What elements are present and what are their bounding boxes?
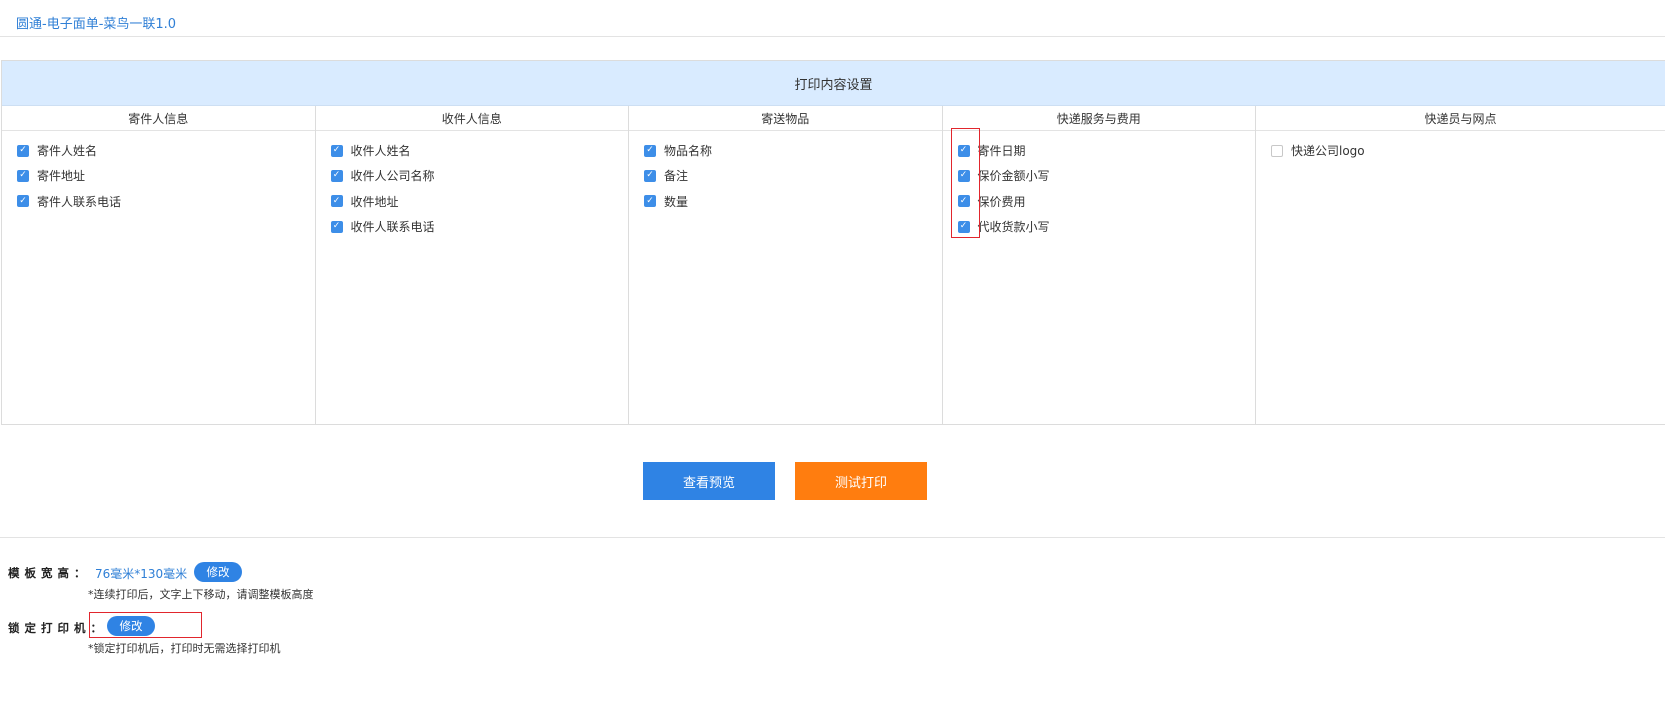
option-label: 收件人公司名称 (350, 169, 435, 184)
checkbox-checked[interactable] (17, 144, 29, 157)
option-recipient-phone[interactable]: 收件人联系电话 (316, 214, 629, 239)
column-courier-outlet: 快递员与网点 快递公司logo (1256, 106, 1665, 424)
option-sender-phone[interactable]: 寄件人联系电话 (2, 189, 315, 214)
column-title: 寄件人信息 (2, 106, 315, 131)
column-title: 寄送物品 (629, 106, 942, 131)
column-sender-info: 寄件人信息 寄件人姓名 寄件地址 寄件人联系电话 (2, 106, 316, 424)
size-note: *连续打印后，文字上下移动，请调整模板高度 (88, 588, 314, 601)
option-label: 收件地址 (350, 194, 399, 209)
option-label: 寄件人姓名 (37, 144, 98, 159)
preview-button[interactable]: 查看预览 (643, 462, 775, 500)
template-size-label: 模板宽高： (8, 566, 91, 580)
template-title[interactable]: 圆通-电子面单-菜鸟一联1.0 (16, 13, 176, 32)
option-label: 收件人联系电话 (350, 220, 435, 235)
test-print-button[interactable]: 测试打印 (795, 462, 927, 500)
option-label: 数量 (664, 194, 689, 209)
checkbox-checked[interactable] (330, 169, 343, 182)
checkbox-checked[interactable] (644, 195, 656, 208)
option-recipient-name[interactable]: 收件人姓名 (316, 138, 629, 163)
option-remarks[interactable]: 备注 (629, 163, 942, 188)
option-label: 保价费用 (977, 194, 1026, 209)
option-sender-name[interactable]: 寄件人姓名 (2, 138, 315, 163)
column-recipient-info: 收件人信息 收件人姓名 收件人公司名称 收件地址 收件人联系电话 (315, 106, 629, 424)
column-shipped-items: 寄送物品 物品名称 备注 数量 (629, 106, 943, 424)
template-size-value[interactable]: 76毫米*130毫米 (95, 565, 187, 582)
settings-heading: 打印内容设置 (2, 61, 1665, 106)
option-quantity[interactable]: 数量 (629, 189, 942, 214)
option-recipient-company[interactable]: 收件人公司名称 (316, 163, 629, 188)
option-item-name[interactable]: 物品名称 (629, 138, 942, 163)
column-title: 快递员与网点 (1256, 106, 1665, 131)
option-sender-address[interactable]: 寄件地址 (2, 163, 315, 188)
option-label: 备注 (664, 169, 689, 184)
option-recipient-address[interactable]: 收件地址 (316, 189, 629, 214)
option-label: 寄件人联系电话 (37, 194, 122, 209)
checkbox-checked[interactable] (330, 195, 343, 208)
column-service-fees: 快递服务与费用 寄件日期 保价金额小写 保价费用 代收货款小写 (942, 106, 1256, 424)
option-send-date[interactable]: 寄件日期 (943, 138, 1256, 163)
option-label: 寄件地址 (37, 169, 86, 184)
checkbox-checked[interactable] (17, 195, 29, 208)
option-label: 代收货款小写 (977, 220, 1050, 235)
option-company-logo[interactable]: 快递公司logo (1256, 138, 1665, 163)
edit-printer-button[interactable]: 修改 (107, 616, 155, 636)
top-divider (0, 36, 1665, 37)
option-label: 寄件日期 (977, 144, 1026, 159)
checkbox-checked[interactable] (644, 169, 656, 182)
print-content-settings: 打印内容设置 寄件人信息 寄件人姓名 寄件地址 寄件人联系电话 (1, 60, 1665, 425)
checkbox-checked[interactable] (957, 220, 970, 233)
option-insurance-fee[interactable]: 保价费用 (943, 189, 1256, 214)
checkbox-checked[interactable] (330, 220, 343, 233)
option-insured-amount[interactable]: 保价金额小写 (943, 163, 1256, 188)
option-label: 物品名称 (664, 144, 713, 159)
section-divider (0, 537, 1665, 538)
checkbox-checked[interactable] (644, 144, 656, 157)
column-title: 收件人信息 (315, 106, 628, 131)
option-label: 保价金额小写 (977, 169, 1050, 184)
settings-columns: 寄件人信息 寄件人姓名 寄件地址 寄件人联系电话 收件人信息 (2, 106, 1665, 424)
checkbox-checked[interactable] (957, 169, 970, 182)
lock-printer-label: 锁定打印机： (8, 621, 107, 635)
option-cod-amount[interactable]: 代收货款小写 (943, 214, 1256, 239)
printer-note: *锁定打印机后，打印时无需选择打印机 (88, 642, 281, 655)
column-title: 快递服务与费用 (942, 106, 1255, 131)
checkbox-unchecked[interactable] (1271, 144, 1283, 157)
option-label: 快递公司logo (1291, 144, 1365, 159)
checkbox-checked[interactable] (957, 144, 970, 157)
checkbox-checked[interactable] (957, 195, 970, 208)
checkbox-checked[interactable] (330, 144, 343, 157)
edit-size-button[interactable]: 修改 (194, 562, 242, 582)
option-label: 收件人姓名 (350, 144, 411, 159)
checkbox-checked[interactable] (17, 169, 29, 182)
